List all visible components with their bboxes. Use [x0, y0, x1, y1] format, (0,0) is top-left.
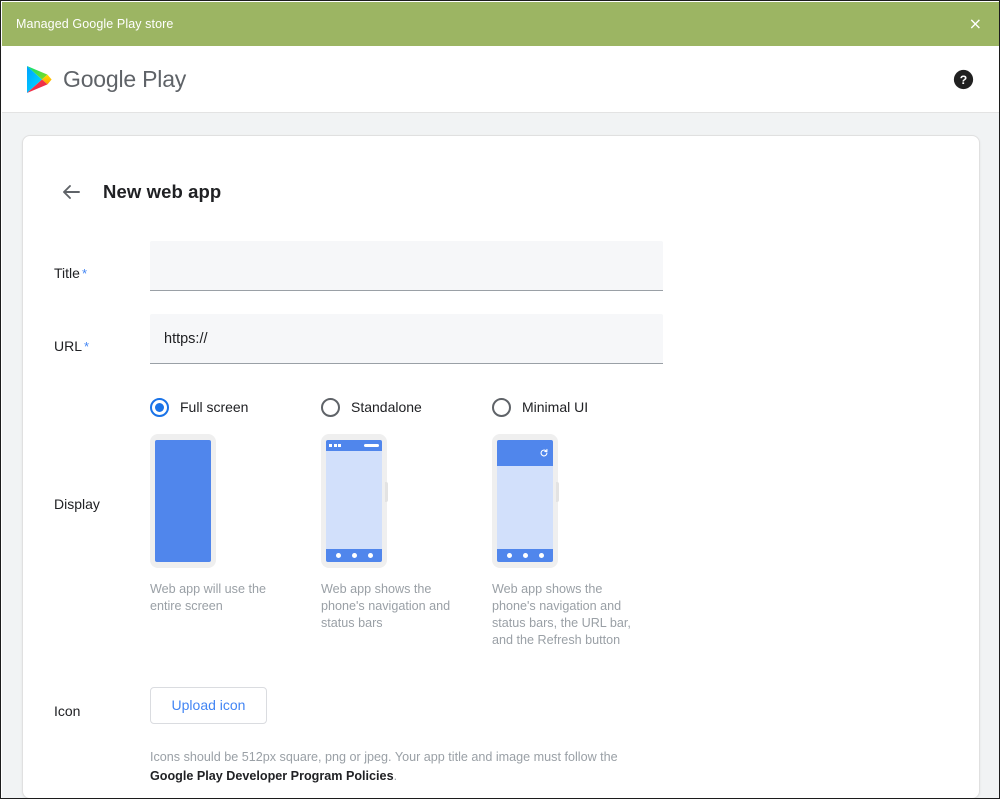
radio-minimal-ui-indicator[interactable]: [492, 398, 511, 417]
page-title: New web app: [103, 181, 221, 203]
form-row-url: URL*: [23, 314, 979, 364]
display-option-standalone: Standalone: [321, 396, 492, 418]
form-row-icon: Icon Upload icon Icons should be 512px s…: [23, 687, 979, 786]
close-icon[interactable]: ×: [965, 14, 986, 34]
title-label-text: Title: [54, 265, 80, 281]
preview-col-minimal-ui: Web app shows the phone's navigation and…: [492, 434, 663, 649]
phone-content-area: [326, 451, 382, 549]
radio-standalone-indicator[interactable]: [321, 398, 340, 417]
phone-minimal-ui-screen: [497, 440, 553, 562]
url-label-text: URL: [54, 338, 82, 354]
phone-side-button: [385, 482, 388, 502]
preview-desc-minimal-ui: Web app shows the phone's navigation and…: [492, 581, 640, 649]
radio-minimal-ui[interactable]: Minimal UI: [492, 396, 663, 418]
phone-minimal-ui-preview-icon: [492, 434, 558, 568]
url-required-marker: *: [84, 339, 89, 354]
app-window: Managed Google Play store ×: [0, 0, 1000, 799]
title-label: Title*: [23, 241, 150, 281]
form-row-display: Display Full screen: [23, 396, 979, 649]
upload-icon-button[interactable]: Upload icon: [150, 687, 267, 724]
new-web-app-card: New web app Title* URL*: [22, 135, 980, 799]
svg-text:?: ?: [960, 73, 967, 87]
display-label: Display: [23, 396, 150, 512]
display-field-wrap: Full screen Standalone: [150, 396, 979, 649]
radio-fullscreen-label: Full screen: [180, 399, 248, 415]
google-play-triangle-icon: [26, 65, 52, 94]
brand-name: Google Play: [63, 66, 186, 93]
url-field-wrap: [150, 314, 979, 364]
icon-help-suffix: .: [394, 769, 398, 783]
title-required-marker: *: [82, 266, 87, 281]
refresh-icon: [539, 448, 549, 458]
icon-help-text: Icons should be 512px square, png or jpe…: [150, 748, 620, 786]
radio-standalone-label: Standalone: [351, 399, 422, 415]
help-circle-icon[interactable]: ?: [953, 69, 974, 90]
radio-fullscreen[interactable]: Full screen: [150, 396, 321, 418]
radio-minimal-ui-label: Minimal UI: [522, 399, 588, 415]
display-radio-group: Full screen Standalone: [150, 396, 663, 418]
radio-fullscreen-indicator[interactable]: [150, 398, 169, 417]
icon-label: Icon: [23, 687, 150, 719]
phone-standalone-preview-icon: [321, 434, 387, 568]
preview-desc-fullscreen: Web app will use the entire screen: [150, 581, 298, 615]
phone-fullscreen-screen: [155, 440, 211, 562]
window-titlebar: Managed Google Play store ×: [2, 2, 1000, 46]
display-option-minimal-ui: Minimal UI: [492, 396, 663, 418]
icon-label-text: Icon: [54, 703, 80, 719]
page-body: New web app Title* URL*: [2, 113, 1000, 799]
new-web-app-form: Title* URL*: [23, 241, 979, 786]
status-bar-pill-icon: [364, 444, 379, 448]
icon-help-prefix: Icons should be 512px square, png or jpe…: [150, 750, 618, 764]
phone-fullscreen-preview-icon: [150, 434, 216, 568]
icon-field-wrap: Upload icon Icons should be 512px square…: [150, 687, 979, 786]
card-header: New web app: [23, 136, 979, 204]
brand-logo-group: Google Play: [26, 65, 186, 94]
phone-nav-bar: [497, 549, 553, 562]
phone-url-bar: [497, 440, 553, 466]
arrow-left-icon[interactable]: [59, 180, 83, 204]
play-header: Google Play ?: [2, 46, 1000, 113]
preview-col-standalone: Web app shows the phone's navigation and…: [321, 434, 492, 649]
phone-standalone-screen: [326, 440, 382, 562]
phone-side-button: [556, 482, 559, 502]
phone-content-area: [497, 466, 553, 549]
title-field-wrap: [150, 241, 979, 291]
preview-desc-standalone: Web app shows the phone's navigation and…: [321, 581, 469, 632]
url-label: URL*: [23, 314, 150, 354]
url-input[interactable]: [150, 314, 663, 364]
display-label-text: Display: [54, 496, 100, 512]
display-previews: Web app will use the entire screen: [150, 434, 663, 649]
status-bar-dots-icon: [329, 444, 341, 447]
window-title: Managed Google Play store: [16, 17, 173, 31]
radio-standalone[interactable]: Standalone: [321, 396, 492, 418]
phone-nav-bar: [326, 549, 382, 562]
preview-col-fullscreen: Web app will use the entire screen: [150, 434, 321, 649]
phone-status-bar: [326, 440, 382, 451]
title-input[interactable]: [150, 241, 663, 291]
developer-program-policies-link[interactable]: Google Play Developer Program Policies: [150, 769, 394, 783]
form-row-title: Title*: [23, 241, 979, 291]
display-option-fullscreen: Full screen: [150, 396, 321, 418]
